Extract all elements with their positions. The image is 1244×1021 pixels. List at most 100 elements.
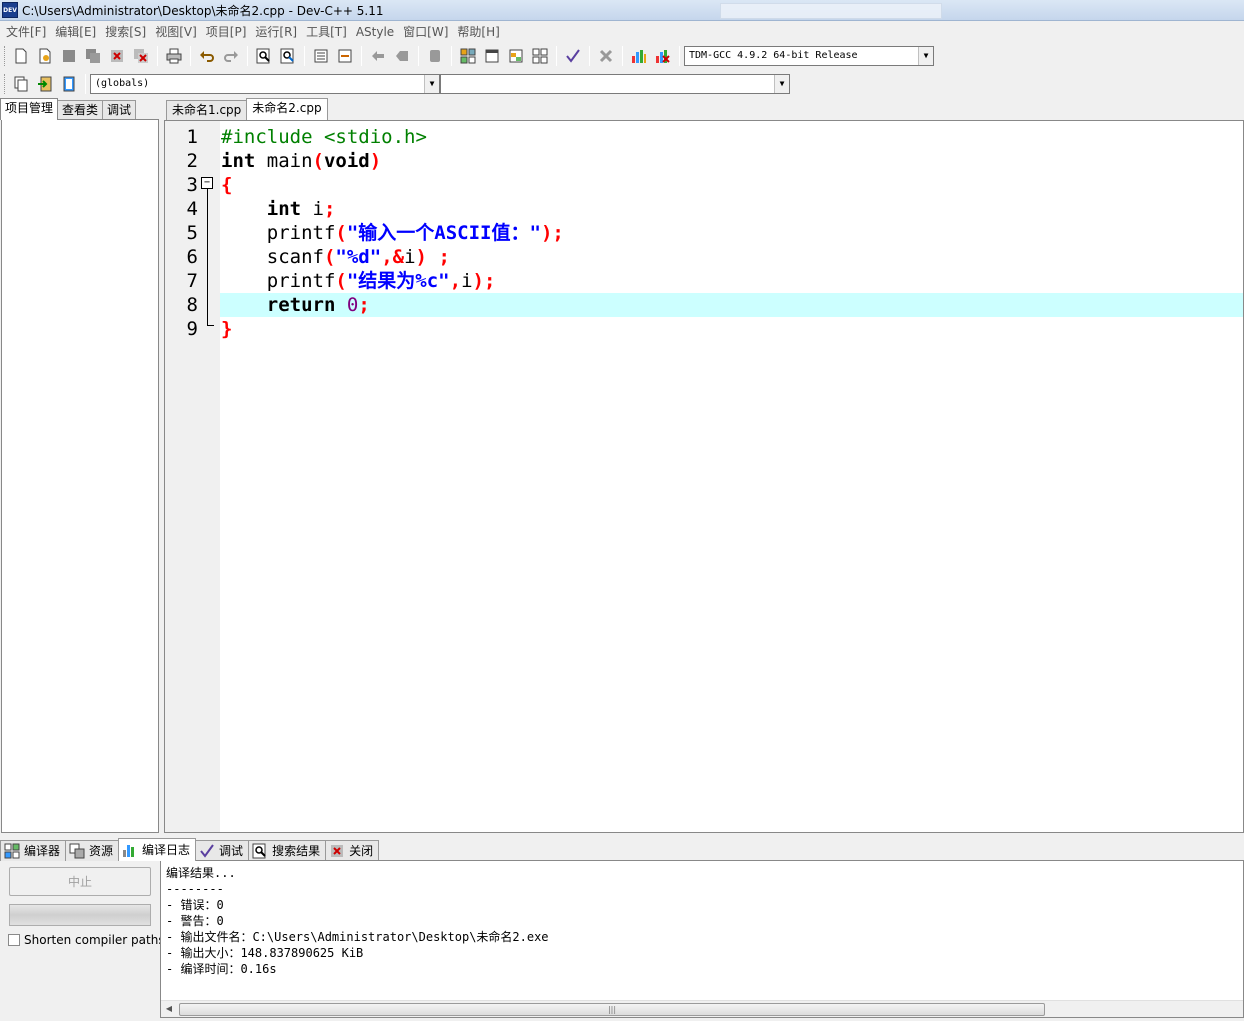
compile-run-icon	[509, 49, 523, 63]
string-literal: "%d"	[335, 246, 382, 268]
tab-project-manager[interactable]: 项目管理	[0, 98, 59, 120]
shorten-paths-row[interactable]: Shorten compiler paths	[8, 933, 165, 947]
symbol: (	[335, 270, 347, 292]
save-icon	[63, 50, 75, 62]
menu-tools[interactable]: 工具[T]	[304, 23, 354, 40]
goto-icon	[38, 76, 52, 92]
symbol: ;	[323, 198, 336, 220]
toggle-bookmark-button[interactable]	[34, 73, 56, 95]
compile-log-output[interactable]: 编译结果... -------- - 错误：0 - 警告：0 - 输出文件名：C…	[160, 860, 1244, 1018]
profile-button[interactable]	[628, 45, 650, 67]
save-all-button[interactable]	[82, 45, 104, 67]
stop-execution-button[interactable]	[595, 45, 617, 67]
menu-view[interactable]: 视图[V]	[153, 23, 204, 40]
toolbar-grip[interactable]	[4, 74, 7, 94]
print-button[interactable]	[163, 45, 185, 67]
toolbar-separator	[622, 46, 623, 66]
scope-select[interactable]: (globals) ▼	[90, 74, 440, 94]
menu-astyle[interactable]: AStyle	[354, 25, 401, 39]
insert-button[interactable]	[10, 73, 32, 95]
undo-button[interactable]	[196, 45, 218, 67]
project-panel[interactable]	[1, 119, 159, 833]
compiler-select[interactable]: TDM-GCC 4.9.2 64-bit Release ▼	[684, 46, 934, 66]
replace-icon	[280, 48, 294, 64]
left-panel-tabs: 项目管理 查看类 调试	[0, 98, 137, 120]
chevron-down-icon[interactable]: ▼	[774, 75, 789, 93]
menu-project[interactable]: 项目[P]	[204, 23, 254, 40]
menu-help[interactable]: 帮助[H]	[455, 23, 506, 40]
close-all-button[interactable]	[130, 45, 152, 67]
keyword: int	[221, 150, 256, 172]
save-all-icon	[86, 49, 100, 63]
save-button[interactable]	[58, 45, 80, 67]
tab-compiler[interactable]: 编译器	[0, 840, 67, 861]
menu-search[interactable]: 搜索[S]	[103, 23, 153, 40]
compiler-icon	[4, 843, 20, 859]
devcpp-app-icon[interactable]: DEV	[2, 2, 18, 18]
goto-back-button[interactable]	[367, 45, 389, 67]
find-icon	[256, 48, 270, 64]
goto-forward-button[interactable]	[391, 45, 413, 67]
new-file-button[interactable]	[10, 45, 32, 67]
scope-select-value: (globals)	[95, 78, 150, 89]
compile-progress-bar	[9, 904, 151, 926]
menu-edit[interactable]: 编辑[E]	[53, 23, 103, 40]
open-file-button[interactable]	[34, 45, 56, 67]
identifier: main	[255, 150, 313, 172]
horizontal-scrollbar[interactable]: ◀ |||	[161, 1000, 1243, 1017]
run-button[interactable]	[481, 45, 503, 67]
toolbar-separator	[418, 46, 419, 66]
tab-close[interactable]: 关闭	[325, 840, 380, 861]
chevron-down-icon[interactable]: ▼	[424, 75, 439, 93]
tab-debug-output[interactable]: 调试	[195, 840, 250, 861]
fold-collapse-icon[interactable]: −	[201, 177, 213, 189]
close-file-button[interactable]	[106, 45, 128, 67]
new-file-icon	[15, 48, 27, 64]
tab-debug[interactable]: 调试	[102, 100, 137, 120]
tab-compile-log[interactable]: 编译日志	[118, 838, 197, 861]
tab-class-browser[interactable]: 查看类	[57, 100, 104, 120]
toolbar-separator	[157, 46, 158, 66]
project-options-button[interactable]	[424, 45, 446, 67]
tab-resources[interactable]: 资源	[65, 840, 120, 861]
syntax-check-button[interactable]	[562, 45, 584, 67]
line-number: 1	[186, 126, 198, 148]
code-line-7: printf("结果为%c",i);	[221, 269, 496, 293]
menu-window[interactable]: 窗口[W]	[401, 23, 455, 40]
toolbar-separator	[589, 46, 590, 66]
abort-button[interactable]: 中止	[9, 867, 151, 896]
code-editor[interactable]: 1 2 3 4 5 6 7 8 9 − #include <stdio.h> i…	[164, 120, 1244, 833]
toolbar-grip[interactable]	[4, 46, 7, 66]
unindent-button[interactable]	[334, 45, 356, 67]
rebuild-button[interactable]	[529, 45, 551, 67]
shorten-paths-checkbox[interactable]	[8, 934, 20, 946]
bar-chart-icon	[123, 845, 135, 857]
scroll-left-icon[interactable]: ◀	[163, 1003, 175, 1015]
replace-button[interactable]	[277, 45, 299, 67]
compile-run-button[interactable]	[505, 45, 527, 67]
redo-button[interactable]	[220, 45, 242, 67]
find-button[interactable]	[253, 45, 275, 67]
menu-run[interactable]: 运行[R]	[253, 23, 304, 40]
goto-line-icon	[63, 76, 75, 92]
toolbar-separator	[247, 46, 248, 66]
bar-chart-icon	[632, 50, 646, 63]
menu-file[interactable]: 文件[F]	[4, 23, 53, 40]
close-all-icon	[134, 49, 148, 63]
indent-button[interactable]	[310, 45, 332, 67]
chevron-down-icon[interactable]: ▼	[918, 47, 933, 65]
delete-profile-button[interactable]	[652, 45, 674, 67]
tab-file-2[interactable]: 未命名2.cpp	[246, 98, 328, 120]
keyword: int	[266, 198, 302, 220]
goto-line-button[interactable]	[58, 73, 80, 95]
symbol: (	[335, 222, 347, 244]
close-file-icon	[111, 50, 123, 62]
tab-file-1[interactable]: 未命名1.cpp	[166, 100, 248, 120]
member-select[interactable]: ▼	[440, 74, 790, 94]
tab-search-results[interactable]: 搜索结果	[248, 840, 327, 861]
scrollbar-thumb[interactable]: |||	[179, 1003, 1045, 1016]
compile-button[interactable]	[457, 45, 479, 67]
run-icon	[485, 49, 499, 63]
